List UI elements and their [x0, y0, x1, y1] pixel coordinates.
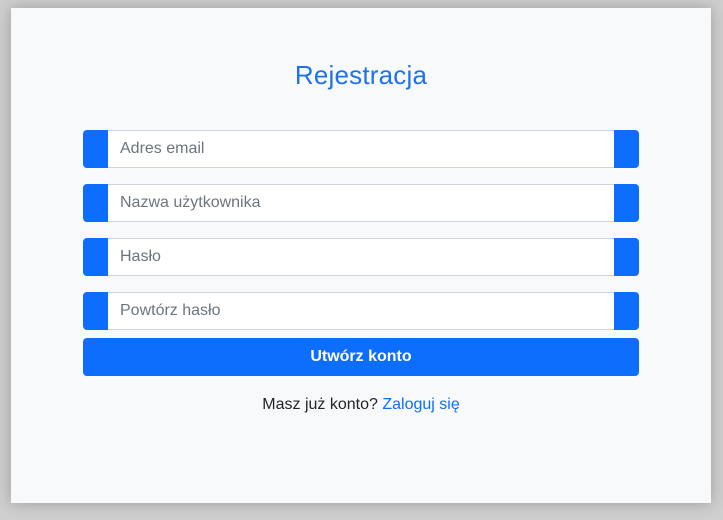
- email-addon: [83, 130, 108, 168]
- repeat-password-input[interactable]: [108, 292, 614, 330]
- repeat-password-addon-right: [614, 292, 639, 330]
- registration-card: Rejestracja Utwórz konto Masz już konto?…: [11, 8, 711, 503]
- password-field-group: [83, 238, 639, 276]
- username-input[interactable]: [108, 184, 614, 222]
- password-addon: [83, 238, 108, 276]
- create-account-button[interactable]: Utwórz konto: [83, 338, 639, 376]
- email-addon-right: [614, 130, 639, 168]
- repeat-password-field-group: [83, 292, 639, 330]
- password-addon-right: [614, 238, 639, 276]
- login-prompt: Masz już konto? Zaloguj się: [11, 396, 711, 414]
- username-addon: [83, 184, 108, 222]
- email-input[interactable]: [108, 130, 614, 168]
- login-prompt-text: Masz już konto?: [262, 396, 378, 413]
- email-field-group: [83, 130, 639, 168]
- repeat-password-addon: [83, 292, 108, 330]
- login-link[interactable]: Zaloguj się: [382, 396, 459, 413]
- password-input[interactable]: [108, 238, 614, 276]
- username-field-group: [83, 184, 639, 222]
- page-title: Rejestracja: [294, 60, 428, 90]
- username-addon-right: [614, 184, 639, 222]
